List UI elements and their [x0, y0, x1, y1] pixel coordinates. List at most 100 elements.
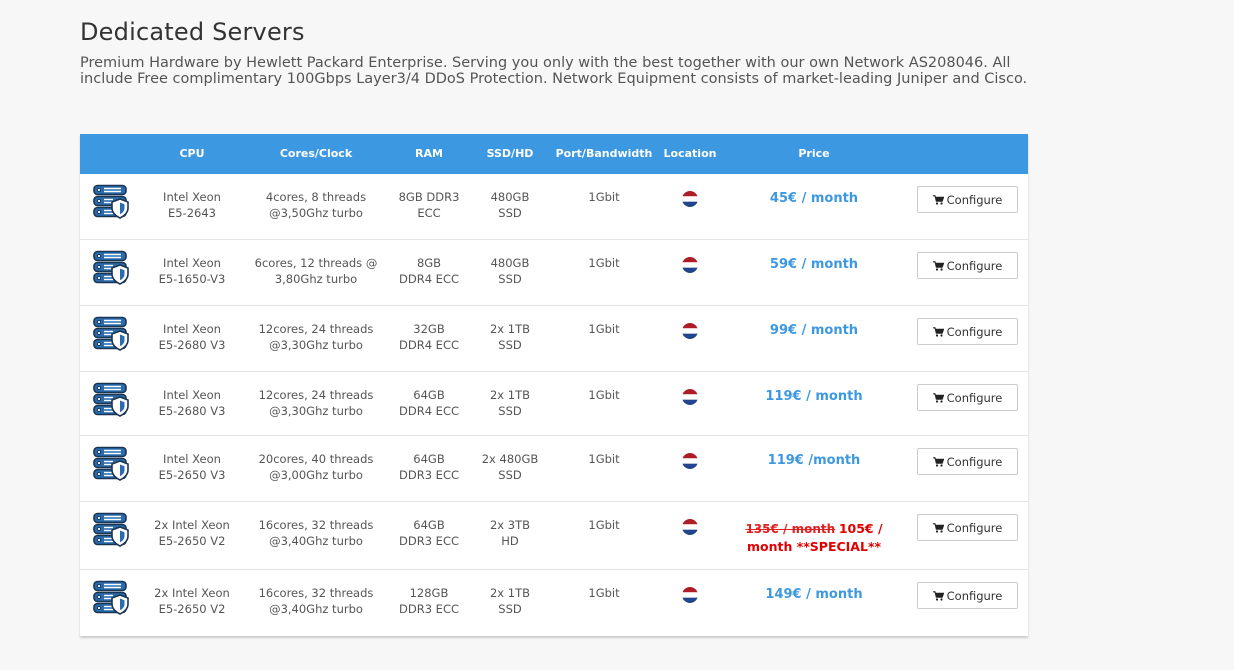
configure-button[interactable]: Configure — [917, 448, 1018, 475]
table-row: Intel Xeon E5-2680 V3 12cores, 24 thread… — [80, 306, 1028, 372]
ram-cell: 8GB DDR3 ECC — [390, 174, 468, 221]
cores-cell: 4cores, 8 threads @3,50Ghz turbo — [242, 174, 390, 221]
location-cell — [656, 502, 724, 535]
ssd-line-2: SSD — [498, 338, 522, 352]
ram-cell: 128GB DDR3 ECC — [390, 570, 468, 617]
ssd-cell: 2x 3TB HD — [468, 502, 552, 549]
ssd-cell: 2x 1TB SSD — [468, 372, 552, 419]
ssd-line-1: 480GB — [490, 256, 530, 270]
configure-button[interactable]: Configure — [917, 384, 1018, 411]
ssd-line-1: 2x 1TB — [489, 322, 530, 336]
ssd-line-1: 2x 1TB — [489, 586, 530, 600]
table-row: 2x Intel Xeon E5-2650 V2 16cores, 32 thr… — [80, 502, 1028, 570]
ram-cell: 64GB DDR4 ECC — [390, 372, 468, 419]
server-shield-icon — [80, 570, 142, 617]
configure-cell: Configure — [904, 174, 1028, 213]
port-cell: 1Gbit — [588, 190, 620, 204]
ssd-line-2: SSD — [498, 206, 522, 220]
ssd-line-2: SSD — [498, 468, 522, 482]
ram-cell: 8GB DDR4 ECC — [390, 240, 468, 287]
ram-cell: 64GB DDR3 ECC — [390, 502, 468, 549]
shopping-cart-icon — [932, 522, 944, 533]
server-shield-icon — [80, 306, 142, 353]
port-cell: 1Gbit — [588, 586, 620, 600]
server-shield-icon — [80, 174, 142, 221]
ram-line-2: DDR3 ECC — [399, 534, 459, 548]
port-cell: 1Gbit — [588, 322, 620, 336]
cpu-line-2: E5-2680 V3 — [158, 338, 226, 352]
header-port: Port/Bandwidth — [555, 147, 653, 160]
configure-cell: Configure — [904, 502, 1028, 541]
cpu-line-1: 2x Intel Xeon — [154, 518, 230, 532]
table-header: CPU Cores/Clock RAM SSD/HD Port/Bandwidt… — [80, 134, 1028, 174]
configure-button[interactable]: Configure — [917, 582, 1018, 609]
configure-button[interactable]: Configure — [917, 252, 1018, 279]
port-cell: 1Gbit — [588, 452, 620, 466]
page-title: Dedicated Servers — [80, 18, 305, 46]
cpu-line-1: Intel Xeon — [163, 322, 221, 336]
cpu-line-2: E5-2650 V2 — [158, 602, 226, 616]
location-cell — [656, 306, 724, 339]
cpu-line-1: Intel Xeon — [163, 452, 221, 466]
page-description: Premium Hardware by Hewlett Packard Ente… — [80, 55, 1028, 87]
cpu-cell: Intel Xeon E5-2643 — [142, 174, 242, 221]
cores-line-2: @3,40Ghz turbo — [269, 602, 363, 616]
server-shield-icon — [80, 436, 142, 483]
server-shield-icon — [80, 372, 142, 419]
configure-label: Configure — [946, 588, 1003, 603]
header-ram: RAM — [415, 147, 443, 160]
ssd-line-2: SSD — [498, 602, 522, 616]
cpu-cell: Intel Xeon E5-2680 V3 — [142, 372, 242, 419]
ram-cell: 64GB DDR3 ECC — [390, 436, 468, 483]
ssd-cell: 2x 1TB SSD — [468, 570, 552, 617]
cpu-line-1: Intel Xeon — [163, 190, 221, 204]
price-value: 119€ / month — [765, 389, 863, 404]
ram-line-1: 32GB — [413, 322, 445, 336]
port-cell: 1Gbit — [588, 256, 620, 270]
ssd-cell: 2x 1TB SSD — [468, 306, 552, 353]
ssd-line-1: 480GB — [490, 190, 530, 204]
special-price-block: 135€ / month 105€ / month **SPECIAL** — [724, 520, 904, 556]
ssd-line-1: 2x 3TB — [489, 518, 530, 532]
ram-line-2: DDR4 ECC — [399, 272, 459, 286]
configure-label: Configure — [946, 258, 1003, 273]
netherlands-flag-icon — [682, 519, 698, 535]
ssd-line-2: SSD — [498, 272, 522, 286]
cpu-line-1: Intel Xeon — [163, 388, 221, 402]
cores-line-2: 3,80Ghz turbo — [274, 272, 358, 286]
cores-line-1: 16cores, 32 threads — [258, 518, 374, 532]
cpu-cell: Intel Xeon E5-1650-V3 — [142, 240, 242, 287]
cores-cell: 12cores, 24 threads @3,30Ghz turbo — [242, 306, 390, 353]
cores-line-2: @3,40Ghz turbo — [269, 534, 363, 548]
configure-button[interactable]: Configure — [917, 186, 1018, 213]
configure-label: Configure — [946, 454, 1003, 469]
ram-line-1: 64GB — [413, 452, 445, 466]
configure-label: Configure — [946, 192, 1003, 207]
cpu-line-1: Intel Xeon — [163, 256, 221, 270]
cores-line-2: @3,30Ghz turbo — [269, 338, 363, 352]
cpu-line-2: E5-2680 V3 — [158, 404, 226, 418]
shopping-cart-icon — [932, 456, 944, 467]
netherlands-flag-icon — [682, 389, 698, 405]
server-shield-icon — [80, 240, 142, 287]
cores-line-1: 16cores, 32 threads — [258, 586, 374, 600]
cpu-line-1: 2x Intel Xeon — [154, 586, 230, 600]
ram-line-2: DDR3 ECC — [399, 468, 459, 482]
price-cell: 119€ /month — [724, 436, 904, 469]
ram-line-2: DDR3 ECC — [399, 602, 459, 616]
configure-button[interactable]: Configure — [917, 318, 1018, 345]
netherlands-flag-icon — [682, 587, 698, 603]
location-cell — [656, 372, 724, 405]
netherlands-flag-icon — [682, 453, 698, 469]
cores-line-1: 6cores, 12 threads @ — [254, 256, 378, 270]
header-ssd: SSD/HD — [486, 147, 534, 160]
price-value: 99€ / month — [769, 323, 859, 338]
configure-button[interactable]: Configure — [917, 514, 1018, 541]
location-cell — [656, 240, 724, 273]
cores-line-2: @3,50Ghz turbo — [269, 206, 363, 220]
cores-cell: 16cores, 32 threads @3,40Ghz turbo — [242, 502, 390, 549]
cores-cell: 6cores, 12 threads @ 3,80Ghz turbo — [242, 240, 390, 287]
price-value: 119€ /month — [767, 453, 861, 468]
configure-cell: Configure — [904, 436, 1028, 475]
ram-line-1: 128GB — [409, 586, 449, 600]
